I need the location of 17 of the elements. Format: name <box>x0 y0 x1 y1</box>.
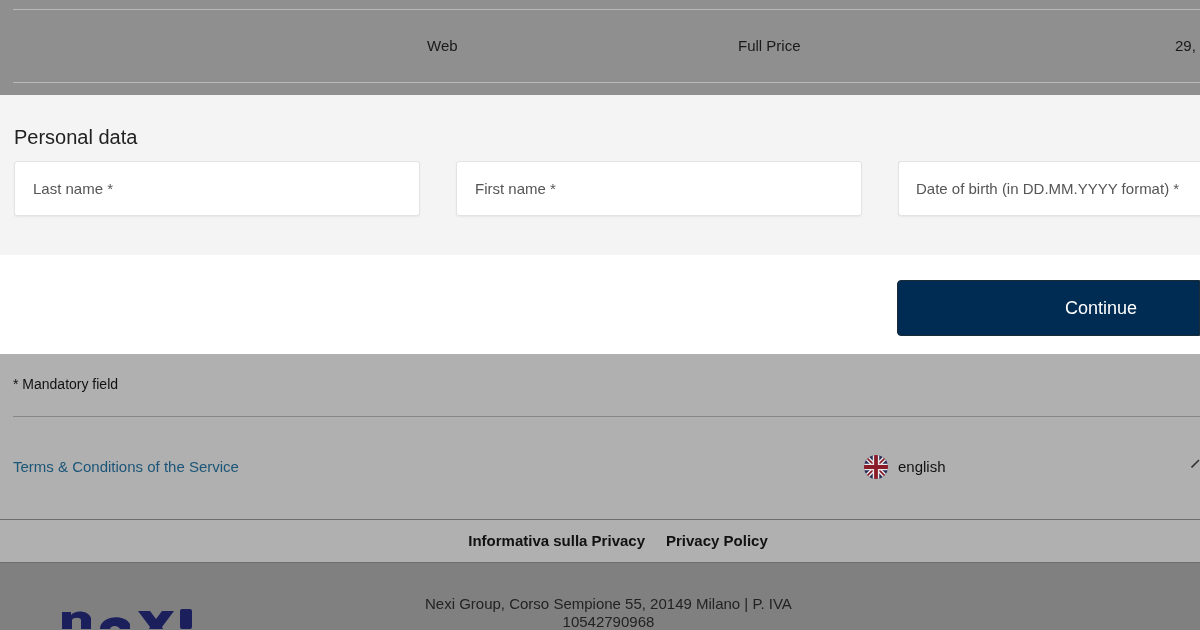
privacy-link[interactable]: Informativa sulla Privacy <box>468 529 645 553</box>
vat-number: 10542790968 <box>562 613 655 630</box>
table-cell: Web <box>427 36 458 54</box>
company-address: Nexi Group, Corso Sempione 55, 20149 Milano | P. IVA <box>425 595 792 613</box>
input-field[interactable]: First name * <box>456 161 862 216</box>
continue-button[interactable]: Continue <box>897 280 1200 336</box>
uk-flag-icon <box>864 455 888 480</box>
input-field[interactable]: Date of birth (in DD.MM.YYYY format) * <box>898 161 1200 216</box>
table-cell: 29, <box>1175 36 1196 54</box>
terms-link[interactable]: Terms & Conditions of the Service <box>13 458 239 476</box>
privacy-link[interactable]: Privacy Policy <box>666 529 768 553</box>
mandatory-note: * Mandatory field <box>13 376 119 392</box>
section-title: Personal data <box>14 125 138 149</box>
input-field[interactable]: Last name * <box>14 161 420 216</box>
chevron-up-icon[interactable] <box>1191 458 1200 468</box>
language-label[interactable]: english <box>898 455 946 479</box>
table-cell: Full Price <box>738 36 801 54</box>
